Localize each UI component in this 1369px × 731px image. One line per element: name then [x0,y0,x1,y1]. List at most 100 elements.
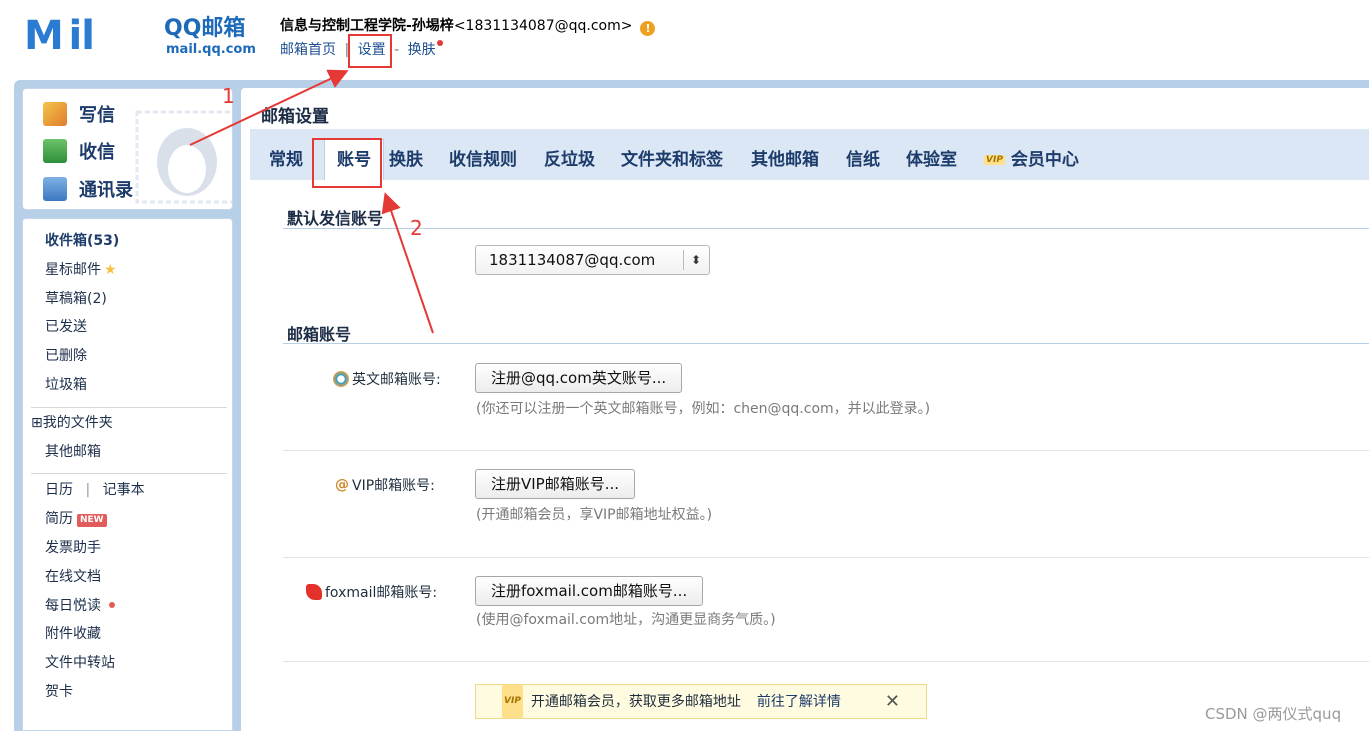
account-info: 信息与控制工程学院-孙埸梓<1831134087@qq.com>! [280,15,656,36]
qq-globe-icon [333,371,349,387]
row-divider [283,661,1369,662]
foxmail-account-label-text: foxmail邮箱账号: [325,585,438,601]
foxmail-account-label: foxmail邮箱账号: [306,582,437,602]
page-title: 邮箱设置 [261,107,329,127]
at-sign-icon: @ [335,477,349,493]
mail-accounts-heading: 邮箱账号 [287,325,352,344]
folder-sent[interactable]: 已发送 [45,316,87,338]
vip-icon: VIP [984,155,1005,165]
greeting-cards-link[interactable]: 贺卡 [45,681,73,703]
annotation-highlight-settings [348,34,392,68]
compose-link[interactable]: 写信 [43,99,115,129]
tab-skin[interactable]: 换肤 [389,145,423,170]
tab-vip-center[interactable]: VIP 会员中心 [984,145,1079,170]
default-account-select[interactable]: 1831134087@qq.com ⬍ [475,245,710,275]
online-docs-link[interactable]: 在线文档 [45,566,101,588]
contacts-link[interactable]: 通讯录 [43,174,133,204]
english-account-label-text: 英文邮箱账号: [352,372,441,388]
notes-link[interactable]: 记事本 [103,482,145,498]
select-arrows-icon: ⬍ [682,250,701,270]
logo-domain: mail.qq.com [166,42,256,57]
calendar-notes-row: 日历 | 记事本 [45,479,145,501]
divider [31,407,227,408]
annotation-step-2: 2 [410,216,423,240]
account-name: 信息与控制工程学院-孙埸梓 [280,18,454,34]
notification-dot-icon [436,40,443,46]
tab-general[interactable]: 常规 [269,145,303,170]
my-folders-toggle[interactable]: ⊞我的文件夹 [31,412,113,434]
new-badge: NEW [77,514,107,527]
english-account-label: 英文邮箱账号: [333,369,441,389]
invoice-assistant-link[interactable]: 发票助手 [45,537,101,559]
contacts-label: 通讯录 [79,180,133,201]
folder-spam[interactable]: 垃圾箱 [45,374,87,396]
resume-label: 简历 [45,511,73,527]
star-icon: ★ [104,262,117,278]
default-sender-heading: 默认发信账号 [287,209,384,228]
foxmail-account-hint: (使用@foxmail.com地址，沟通更显商务气质。) [476,612,776,628]
folder-starred-label: 星标邮件 [45,262,101,278]
default-account-value: 1831134087@qq.com [489,251,656,269]
inbox-quick-label: 收信 [79,142,115,163]
promo-text: 开通邮箱会员，获取更多邮箱地址 [530,694,741,710]
tab-anti-spam[interactable]: 反垃圾 [544,145,595,170]
row-divider [283,450,1369,451]
tab-vip-label: 会员中心 [1010,150,1079,170]
vip-icon: VIP [502,685,523,718]
vip-account-hint: (开通邮箱会员，享VIP邮箱地址权益。) [476,507,713,523]
tab-folders-labels[interactable]: 文件夹和标签 [621,145,723,170]
annotation-highlight-account-tab [312,138,382,188]
folder-list: 收件箱(53) 星标邮件 ★ 草稿箱(2) 已发送 已删除 垃圾箱 ⊞我的文件夹 … [22,218,233,731]
compose-label: 写信 [79,105,115,126]
tab-lab[interactable]: 体验室 [906,145,957,170]
vip-promo-banner: VIP 开通邮箱会员，获取更多邮箱地址 前往了解详情 ✕ [475,684,927,719]
contact-card-icon [43,177,67,201]
vip-account-label: @ VIP邮箱账号: [335,475,435,495]
quick-actions-card: 写信 收信 通讯录 [22,88,233,210]
divider [31,473,227,474]
folder-drafts[interactable]: 草稿箱(2) [45,288,107,310]
account-email: <1831134087@qq.com> [453,18,633,34]
daily-reading-link[interactable]: 每日悦读 [45,595,115,617]
register-vip-account-button[interactable]: 注册VIP邮箱账号... [475,469,636,499]
folder-starred[interactable]: 星标邮件 ★ [45,259,117,281]
daily-reading-label: 每日悦读 [45,598,101,614]
folder-deleted[interactable]: 已删除 [45,345,87,367]
skin-link[interactable]: 换肤 [408,42,436,58]
penguin-stamp-icon [135,110,232,204]
warning-icon[interactable]: ! [640,21,656,36]
section-divider [283,228,1369,229]
logo-mail-text: M il [24,13,95,59]
inbox-quick-link[interactable]: 收信 [43,136,115,166]
promo-details-link[interactable]: 前往了解详情 [757,694,841,710]
resume-link[interactable]: 简历 NEW [45,508,107,530]
download-inbox-icon [43,139,67,163]
tab-stationery[interactable]: 信纸 [846,145,880,170]
section-divider [283,343,1369,344]
folder-inbox[interactable]: 收件箱(53) [45,230,119,252]
header: M il QQ邮箱 mail.qq.com 信息与控制工程学院-孙埸梓<1831… [0,0,1369,80]
link-separator: - [394,42,400,58]
calendar-link[interactable]: 日历 [45,482,73,498]
other-mailboxes-link[interactable]: 其他邮箱 [45,441,101,463]
logo-brand: QQ邮箱 [164,16,246,41]
attachments-link[interactable]: 附件收藏 [45,623,101,645]
row-divider [283,557,1369,558]
csdn-watermark: CSDN @两仪式quq [1205,705,1342,723]
tab-other-mailboxes[interactable]: 其他邮箱 [751,145,819,170]
pencil-icon [43,102,67,126]
notification-dot-icon [109,602,115,608]
register-foxmail-account-button[interactable]: 注册foxmail.com邮箱账号... [475,576,704,606]
file-transfer-link[interactable]: 文件中转站 [45,652,115,674]
close-icon[interactable]: ✕ [885,685,900,718]
register-english-account-button[interactable]: 注册@qq.com英文账号... [475,363,683,393]
settings-tabs: 常规 账号 换肤 收信规则 反垃圾 文件夹和标签 其他邮箱 信纸 体验室 VIP… [250,129,1369,180]
link-separator: | [85,482,91,498]
english-account-hint: (你还可以注册一个英文邮箱账号，例如：chen@qq.com，并以此登录。) [476,401,931,417]
tab-receive-rules[interactable]: 收信规则 [449,145,517,170]
qq-mail-logo[interactable]: M il QQ邮箱 mail.qq.com [24,14,260,62]
annotation-step-1: 1 [222,84,235,108]
foxmail-icon [306,584,322,600]
mail-home-link[interactable]: 邮箱首页 [280,42,336,58]
vip-account-label-text: VIP邮箱账号: [352,478,435,494]
